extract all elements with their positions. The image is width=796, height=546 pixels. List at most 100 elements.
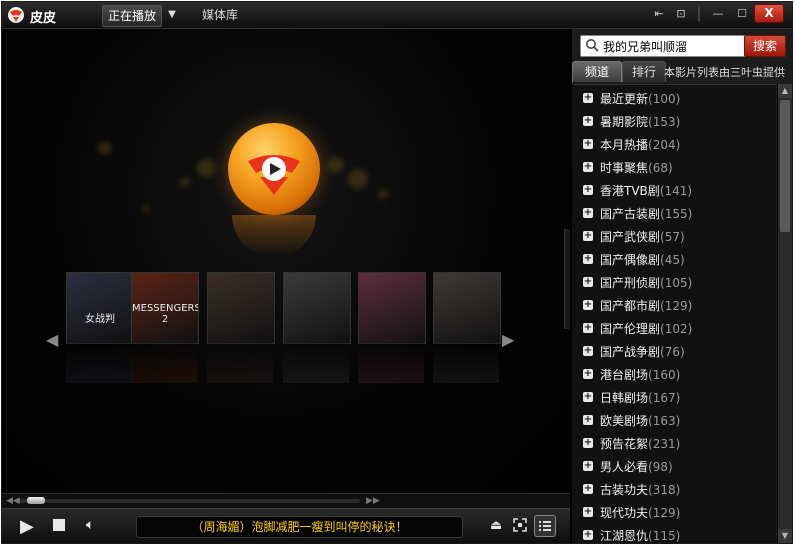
seek-bar[interactable]: ◀◀ ▶▶ bbox=[2, 493, 570, 508]
category-item[interactable]: + 江湖恩仇(115) bbox=[572, 524, 776, 543]
poster-title: 女战判 bbox=[85, 314, 115, 325]
category-item[interactable]: + 最近更新(100) bbox=[572, 87, 776, 110]
expand-plus-icon[interactable]: + bbox=[583, 369, 593, 379]
playlist-icon[interactable] bbox=[534, 515, 556, 537]
movie-poster[interactable] bbox=[358, 272, 426, 344]
bokeh-dot bbox=[348, 169, 368, 189]
tab-channels[interactable]: 频道 bbox=[572, 61, 622, 82]
category-count: (155) bbox=[660, 207, 693, 221]
category-count: (153) bbox=[648, 115, 681, 129]
mini-mode-icon[interactable]: ⊡ bbox=[674, 5, 688, 23]
expand-plus-icon[interactable]: + bbox=[583, 277, 593, 287]
expand-plus-icon[interactable]: + bbox=[583, 461, 593, 471]
minimize-icon[interactable]: — bbox=[710, 5, 726, 23]
scroll-thumb[interactable] bbox=[780, 100, 790, 232]
seek-track[interactable] bbox=[20, 499, 360, 503]
category-name: 国产伦理剧 bbox=[600, 322, 661, 336]
tab-ranking[interactable]: 排行 bbox=[622, 61, 666, 82]
expand-plus-icon[interactable]: + bbox=[583, 185, 593, 195]
expand-plus-icon[interactable]: + bbox=[583, 162, 593, 172]
movie-poster[interactable] bbox=[433, 272, 501, 344]
expand-plus-icon[interactable]: + bbox=[583, 208, 593, 218]
maximize-icon[interactable]: ☐ bbox=[734, 5, 750, 23]
category-name: 最近更新 bbox=[600, 92, 649, 106]
category-item[interactable]: + 暑期影院(153) bbox=[572, 110, 776, 133]
expand-plus-icon[interactable]: + bbox=[583, 231, 593, 241]
expand-plus-icon[interactable]: + bbox=[583, 438, 593, 448]
expand-plus-icon[interactable]: + bbox=[583, 116, 593, 126]
chevron-down-icon[interactable]: ▼ bbox=[164, 7, 180, 23]
fullscreen-icon[interactable] bbox=[512, 518, 528, 534]
category-label: 最近更新(100) bbox=[600, 90, 680, 107]
carousel-next-icon[interactable]: ▶ bbox=[502, 329, 514, 351]
pin-icon[interactable]: ⇤ bbox=[652, 5, 666, 23]
category-name: 日韩剧场 bbox=[600, 391, 649, 405]
scroll-up-icon[interactable]: ▲ bbox=[778, 84, 792, 98]
expand-plus-icon[interactable]: + bbox=[583, 392, 593, 402]
fast-forward-icon[interactable]: ▶▶ bbox=[366, 494, 380, 508]
control-bar: ▶ 🔈︎ （周海媚）泡脚减肥一瘦到叫停的秘诀！ ⏏ bbox=[2, 508, 570, 543]
category-item[interactable]: + 国产都市剧(129) bbox=[572, 294, 776, 317]
search-box[interactable]: 我的兄弟叫顺溜 搜索 bbox=[580, 35, 786, 57]
panel-splitter[interactable] bbox=[564, 229, 570, 329]
carousel-prev-icon[interactable]: ◀ bbox=[46, 329, 58, 351]
scroll-down-icon[interactable]: ▼ bbox=[778, 529, 792, 543]
category-item[interactable]: + 欧美剧场(163) bbox=[572, 409, 776, 432]
category-item[interactable]: + 国产偶像剧(45) bbox=[572, 248, 776, 271]
seek-thumb[interactable] bbox=[27, 497, 45, 504]
category-count: (102) bbox=[660, 322, 693, 336]
logo-reflection bbox=[232, 215, 316, 257]
close-button[interactable]: X bbox=[754, 4, 784, 23]
expand-plus-icon[interactable]: + bbox=[583, 507, 593, 517]
category-item[interactable]: + 国产刑侦剧(105) bbox=[572, 271, 776, 294]
eject-icon[interactable]: ⏏ bbox=[490, 518, 502, 533]
rewind-icon[interactable]: ◀◀ bbox=[6, 494, 20, 508]
category-item[interactable]: + 国产战争剧(76) bbox=[572, 340, 776, 363]
search-input[interactable]: 我的兄弟叫顺溜 bbox=[603, 38, 687, 55]
category-item[interactable]: + 男人必看(98) bbox=[572, 455, 776, 478]
expand-plus-icon[interactable]: + bbox=[583, 93, 593, 103]
volume-icon[interactable]: 🔈︎ bbox=[86, 517, 94, 533]
title-bar[interactable]: 皮皮 正在播放 ▼ 媒体库 ⇤ ⊡ — ☐ X bbox=[2, 2, 792, 29]
movie-poster[interactable]: 女战判 bbox=[66, 272, 134, 344]
bokeh-dot bbox=[328, 157, 344, 173]
center-logo-play-icon[interactable] bbox=[228, 123, 320, 215]
play-icon[interactable]: ▶ bbox=[20, 516, 34, 537]
expand-plus-icon[interactable]: + bbox=[583, 530, 593, 540]
category-item[interactable]: + 预告花絮(231) bbox=[572, 432, 776, 455]
category-item[interactable]: + 日韩剧场(167) bbox=[572, 386, 776, 409]
expand-plus-icon[interactable]: + bbox=[583, 254, 593, 264]
category-count: (68) bbox=[648, 161, 673, 175]
player-window: 皮皮 正在播放 ▼ 媒体库 ⇤ ⊡ — ☐ X ◀ 女战判 MESSENGERS … bbox=[1, 1, 793, 544]
channel-panel: 我的兄弟叫顺溜 搜索 频道 排行 本影片列表由三叶虫提供 + 最近更新(100) +… bbox=[571, 29, 792, 543]
category-item[interactable]: + 本月热播(204) bbox=[572, 133, 776, 156]
category-item[interactable]: + 国产古装剧(155) bbox=[572, 202, 776, 225]
expand-plus-icon[interactable]: + bbox=[583, 300, 593, 310]
expand-plus-icon[interactable]: + bbox=[583, 139, 593, 149]
video-area[interactable]: ◀ 女战判 MESSENGERS 2 ▶ bbox=[2, 29, 570, 493]
expand-plus-icon[interactable]: + bbox=[583, 323, 593, 333]
category-item[interactable]: + 时事聚焦(68) bbox=[572, 156, 776, 179]
category-item[interactable]: + 国产武侠剧(57) bbox=[572, 225, 776, 248]
tab-now-playing[interactable]: 正在播放 bbox=[102, 5, 163, 27]
expand-plus-icon[interactable]: + bbox=[583, 415, 593, 425]
category-count: (76) bbox=[660, 345, 685, 359]
movie-poster[interactable] bbox=[283, 272, 351, 344]
ad-marquee[interactable]: （周海媚）泡脚减肥一瘦到叫停的秘诀！ bbox=[136, 516, 463, 538]
bokeh-dot bbox=[180, 177, 190, 187]
category-name: 国产武侠剧 bbox=[600, 230, 661, 244]
stop-icon[interactable] bbox=[53, 516, 67, 531]
movie-poster[interactable] bbox=[207, 272, 275, 344]
category-item[interactable]: + 古装功夫(318) bbox=[572, 478, 776, 501]
search-button[interactable]: 搜索 bbox=[744, 35, 786, 57]
category-name: 暑期影院 bbox=[600, 115, 649, 129]
list-scrollbar[interactable]: ▲ ▼ bbox=[777, 84, 792, 543]
expand-plus-icon[interactable]: + bbox=[583, 346, 593, 356]
expand-plus-icon[interactable]: + bbox=[583, 484, 593, 494]
movie-poster[interactable]: MESSENGERS 2 bbox=[131, 272, 199, 344]
tab-media-library[interactable]: 媒体库 bbox=[202, 5, 238, 25]
category-item[interactable]: + 现代功夫(129) bbox=[572, 501, 776, 524]
category-item[interactable]: + 香港TVB剧(141) bbox=[572, 179, 776, 202]
category-item[interactable]: + 国产伦理剧(102) bbox=[572, 317, 776, 340]
category-item[interactable]: + 港台剧场(160) bbox=[572, 363, 776, 386]
